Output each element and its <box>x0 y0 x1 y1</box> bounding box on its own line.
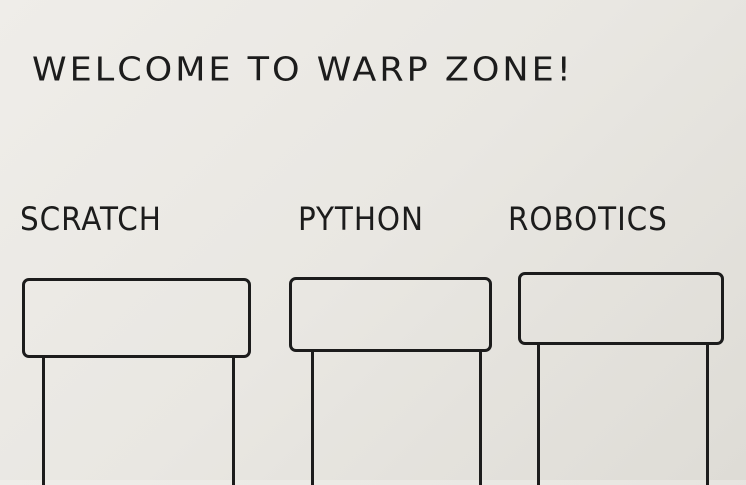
pipe-body <box>42 355 235 485</box>
pipe-cap <box>518 272 724 345</box>
pipe-label-scratch: SCRATCH <box>20 200 162 238</box>
pipe-cap <box>289 277 492 352</box>
pipe-body <box>537 343 709 485</box>
pipe-label-python: PYTHON <box>298 200 424 238</box>
page-title: WELCOME TO WARP ZONE! <box>32 51 574 89</box>
pipe-label-robotics: ROBOTICS <box>508 200 668 238</box>
pipe-body <box>311 350 482 485</box>
pipe-cap <box>22 278 251 358</box>
